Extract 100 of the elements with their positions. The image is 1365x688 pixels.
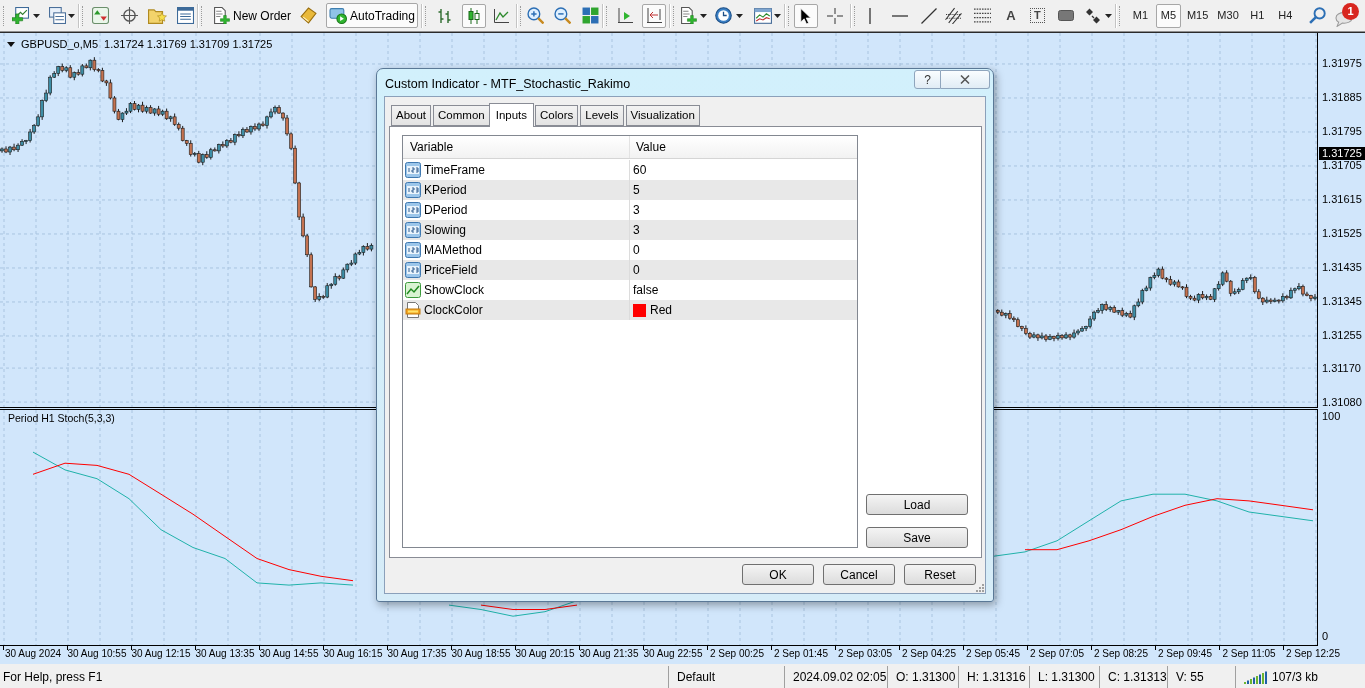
axis-label: 100	[1322, 409, 1341, 423]
palette-icon	[405, 302, 421, 318]
column-header[interactable]: Value	[636, 138, 666, 156]
windows-icon[interactable]	[49, 7, 66, 24]
timeframe-button[interactable]: M1	[1127, 3, 1153, 28]
timeframe-button[interactable]: M15	[1183, 3, 1212, 28]
document-plus-icon[interactable]	[679, 7, 697, 24]
caret-icon[interactable]	[1104, 13, 1112, 18]
time-label: 30 Aug 17:35	[387, 647, 447, 661]
caret-icon[interactable]	[699, 13, 707, 18]
book-icon[interactable]	[300, 7, 317, 24]
close-button[interactable]	[941, 70, 990, 89]
dotted-lines-icon[interactable]	[973, 8, 991, 23]
side-button[interactable]: Load	[866, 494, 968, 515]
target-icon[interactable]	[121, 7, 138, 24]
time-label: 2 Sep 05:45	[966, 647, 1020, 661]
auto-scroll-button[interactable]	[641, 3, 666, 28]
search-icon[interactable]	[1309, 7, 1326, 24]
variable-value[interactable]: 3	[633, 201, 640, 219]
text-tool-button[interactable]: A	[1003, 6, 1018, 25]
new-chart-icon[interactable]	[12, 7, 29, 24]
resize-grip-icon[interactable]	[974, 582, 984, 592]
list-window-icon[interactable]	[177, 7, 194, 24]
dialog-button[interactable]: OK	[742, 564, 814, 585]
status-text: V: 55	[1176, 669, 1204, 686]
time-label: 2 Sep 08:25	[1094, 647, 1148, 661]
price-label: 1.31525	[1322, 228, 1362, 240]
chart-shift-icon	[616, 7, 633, 24]
table-row[interactable]: Slowing 3	[403, 220, 857, 240]
time-label: 30 Aug 16:15	[323, 647, 383, 661]
candlestick	[261, 120, 265, 128]
dialog-tab[interactable]: Inputs	[488, 103, 535, 127]
numeric-type-icon	[405, 202, 421, 218]
vertical-line-icon[interactable]	[868, 7, 871, 24]
variable-value[interactable]: 0	[633, 261, 640, 279]
price-label: 1.31435	[1322, 262, 1362, 274]
folder-star-icon[interactable]	[148, 7, 167, 24]
variable-value[interactable]: Red	[650, 301, 672, 319]
price-label: 1.31975	[1322, 58, 1362, 70]
timeframe-button[interactable]: M5	[1155, 3, 1181, 28]
caret-icon[interactable]	[773, 13, 781, 18]
table-row[interactable]: ClockColor Red	[403, 300, 857, 320]
dialog-tab[interactable]: Common	[433, 105, 490, 126]
variable-value[interactable]: 5	[633, 181, 640, 199]
tile-windows-icon[interactable]	[581, 7, 599, 24]
variable-name: KPeriod	[424, 182, 467, 199]
variable-value[interactable]: false	[633, 281, 659, 299]
zoom-out-icon[interactable]	[553, 7, 571, 24]
cursor-button[interactable]	[793, 3, 818, 28]
candlestick	[1056, 332, 1060, 342]
side-button[interactable]: Save	[866, 527, 968, 548]
label-tool-button[interactable]: T	[1029, 8, 1045, 23]
variable-name: TimeFrame	[424, 162, 485, 179]
arrows-icon[interactable]	[1084, 7, 1101, 24]
dialog-tab[interactable]: Levels	[580, 105, 624, 126]
trend-line-icon[interactable]	[920, 7, 937, 24]
column-header[interactable]: Variable	[410, 138, 454, 156]
indicator-title: Period H1 Stoch(5,3,3)	[8, 411, 115, 426]
timeframe-button[interactable]: H1	[1244, 3, 1270, 28]
template-icon[interactable]	[753, 7, 772, 24]
help-button[interactable]: ?	[914, 70, 941, 89]
caret-icon[interactable]	[68, 13, 75, 18]
variable-name: DPeriod	[424, 202, 468, 219]
channel-lines-icon[interactable]	[944, 7, 962, 24]
variable-value[interactable]: 3	[633, 221, 640, 239]
new-order-button[interactable]: New Order	[210, 3, 294, 28]
document-plus-icon[interactable]	[213, 7, 230, 24]
variable-value[interactable]: 0	[633, 241, 640, 259]
caret-icon[interactable]	[735, 13, 743, 18]
dialog-tab[interactable]: Visualization	[625, 105, 700, 126]
timeframe-button[interactable]: H4	[1272, 3, 1298, 28]
table-row[interactable]: KPeriod 5	[403, 180, 857, 200]
chart-prices: 1.31724 1.31769 1.31709 1.31725	[104, 37, 273, 52]
dialog-button[interactable]: Cancel	[823, 564, 895, 585]
table-row[interactable]: PriceField 0	[403, 260, 857, 280]
zoom-in-icon[interactable]	[526, 7, 544, 24]
caret-icon[interactable]	[33, 13, 40, 18]
notification-badge[interactable]: 1	[1342, 2, 1359, 20]
status-text: H: 1.31316	[967, 669, 1026, 686]
variable-name: ShowClock	[424, 282, 485, 299]
auto-trading-button[interactable]: AutoTrading	[326, 3, 418, 28]
status-text: 107/3 kb	[1272, 669, 1319, 686]
dialog-tab[interactable]: About	[391, 105, 432, 126]
dialog-button[interactable]: Reset	[904, 564, 976, 585]
time-label: 30 Aug 14:55	[259, 647, 319, 661]
chart-type-button[interactable]	[461, 3, 486, 28]
numeric-type-icon	[405, 182, 421, 198]
time-label: 2 Sep 11:05	[1222, 647, 1276, 661]
variable-value[interactable]: 60	[633, 161, 647, 179]
dialog-tab[interactable]: Colors	[535, 105, 579, 126]
timeframe-button[interactable]: M30	[1214, 3, 1242, 28]
caret-icon[interactable]	[7, 41, 15, 47]
crosshair-icon	[826, 7, 843, 24]
close-icon	[960, 75, 970, 84]
rectangle-icon[interactable]	[1057, 10, 1074, 21]
bar-chart-icon	[436, 7, 453, 24]
clock-icon[interactable]	[714, 7, 732, 24]
horizontal-line-icon[interactable]	[891, 14, 908, 17]
price-label: 1.31615	[1322, 194, 1362, 206]
market-watch-icon[interactable]	[92, 7, 109, 24]
